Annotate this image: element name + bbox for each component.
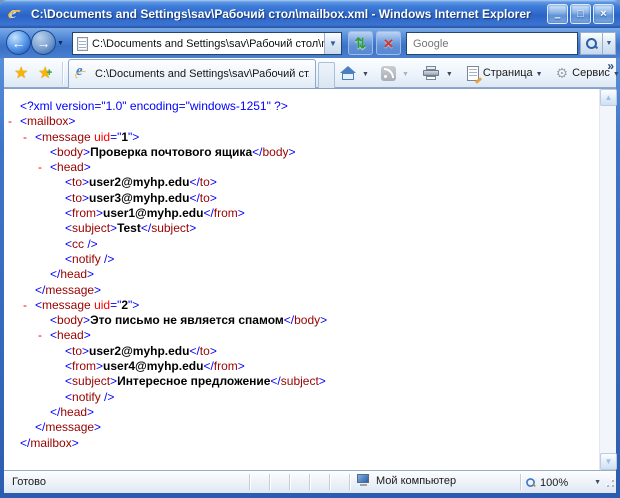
security-zone: Мой компьютер bbox=[356, 474, 456, 488]
search-input[interactable] bbox=[407, 37, 577, 50]
title-bar: e C:\Documents and Settings\sav\Рабочий … bbox=[0, 0, 620, 28]
toolbar-overflow-button[interactable]: » bbox=[607, 59, 614, 73]
xml-line: - <mailbox> bbox=[8, 114, 76, 129]
collapse-marker[interactable]: - bbox=[23, 130, 27, 145]
divider bbox=[62, 62, 63, 84]
ie-favicon: e bbox=[74, 63, 90, 82]
xml-line: <from>user1@myhp.edu</from> bbox=[65, 206, 245, 221]
xml-line: <notify /> bbox=[65, 389, 115, 404]
command-bar: ★ ★ + e C:\Documents and Settings\sav\Раб… bbox=[4, 58, 620, 88]
xml-line: - <message uid="1"> bbox=[23, 129, 140, 145]
home-dropdown[interactable]: ▼ bbox=[362, 71, 369, 78]
search-button[interactable] bbox=[580, 32, 603, 55]
page-content: <?xml version="1.0" encoding="windows-12… bbox=[4, 88, 617, 470]
browser-window: e C:\Documents and Settings\sav\Рабочий … bbox=[0, 0, 620, 498]
xml-line: <notify /> bbox=[65, 251, 115, 266]
home-button[interactable] bbox=[338, 64, 358, 83]
print-button[interactable] bbox=[421, 64, 442, 82]
stop-icon: × bbox=[383, 33, 394, 53]
favorites-button[interactable]: ★ bbox=[14, 63, 28, 83]
scroll-down-button[interactable]: ▼ bbox=[600, 453, 617, 470]
xml-line: <subject>Test</subject> bbox=[65, 221, 197, 236]
xml-line: </head> bbox=[50, 404, 95, 419]
xml-line: <to>user3@myhp.edu</to> bbox=[65, 190, 217, 205]
window-title: C:\Documents and Settings\sav\Рабочий ст… bbox=[31, 7, 531, 21]
collapse-marker[interactable]: - bbox=[38, 160, 42, 175]
feeds-dropdown: ▼ bbox=[401, 70, 409, 78]
feeds-button[interactable] bbox=[379, 64, 398, 83]
gear-icon: ⚙ bbox=[555, 65, 569, 81]
page-button[interactable]: Страница ▼ bbox=[465, 64, 547, 83]
navigation-bar: ← → ▼ C:\Documents and Settings\sav\Рабо… bbox=[0, 28, 620, 58]
toolbar: ▼ ▼ ▼ Страница ▼ ⚙ Сервис ▼ bbox=[338, 58, 620, 88]
zoom-dropdown[interactable]: ▼ bbox=[594, 479, 601, 486]
tab-title: C:\Documents and Settings\sav\Рабочий ст… bbox=[95, 68, 309, 80]
star-icon: ★ bbox=[14, 65, 29, 82]
zoom-control[interactable]: 100% ▼ bbox=[524, 471, 602, 494]
refresh-button[interactable]: ⇅ bbox=[348, 31, 373, 55]
print-dropdown[interactable]: ▼ bbox=[446, 71, 453, 78]
xml-line: <subject>Интересное предложение</subject… bbox=[65, 374, 326, 389]
search-dropdown-button[interactable]: ▼ bbox=[603, 32, 616, 55]
xml-line: </head> bbox=[50, 267, 95, 282]
collapse-marker[interactable]: - bbox=[23, 298, 27, 313]
search-icon bbox=[585, 37, 598, 50]
xml-tree: <?xml version="1.0" encoding="windows-12… bbox=[4, 89, 599, 470]
history-dropdown-button[interactable]: ▼ bbox=[57, 40, 64, 47]
zoom-icon bbox=[525, 477, 535, 487]
xml-line: - <head> bbox=[38, 328, 91, 343]
forward-arrow-icon: → bbox=[36, 34, 51, 51]
page-button-label: Страница bbox=[482, 67, 533, 79]
xml-line: <body>Проверка почтового ящика</body> bbox=[50, 144, 296, 159]
new-tab-stub[interactable] bbox=[318, 62, 335, 88]
collapse-marker[interactable]: - bbox=[8, 114, 12, 129]
close-button[interactable]: × bbox=[593, 4, 614, 24]
xml-line: <?xml version="1.0" encoding="windows-12… bbox=[20, 99, 288, 113]
back-button[interactable]: ← bbox=[6, 30, 31, 55]
search-box[interactable] bbox=[406, 32, 578, 55]
page-icon bbox=[77, 36, 88, 51]
zone-label: Мой компьютер bbox=[376, 475, 457, 487]
back-arrow-icon: ← bbox=[11, 34, 26, 51]
status-text: Готово bbox=[12, 476, 46, 488]
status-bar: Готово Мой компьютер 100% ▼ bbox=[4, 470, 616, 493]
xml-line: - <head> bbox=[38, 160, 91, 175]
minimize-button[interactable]: – bbox=[547, 4, 568, 24]
xml-line: </mailbox> bbox=[20, 435, 79, 450]
forward-button[interactable]: → bbox=[31, 30, 56, 55]
refresh-icon: ⇅ bbox=[354, 34, 367, 51]
rss-icon bbox=[380, 65, 396, 81]
maximize-button[interactable]: □ bbox=[570, 4, 591, 24]
tab-mailbox[interactable]: e C:\Documents and Settings\sav\Рабочий … bbox=[68, 59, 316, 88]
tools-button-label: Сервис bbox=[572, 67, 610, 79]
scroll-up-button[interactable]: ▲ bbox=[600, 89, 617, 106]
home-icon bbox=[340, 65, 356, 81]
xml-line: - <message uid="2"> bbox=[23, 297, 140, 313]
xml-line: <cc /> bbox=[65, 236, 98, 251]
address-text[interactable]: C:\Documents and Settings\sav\Рабочий ст… bbox=[92, 38, 324, 50]
vertical-scrollbar[interactable]: ▲ ▼ bbox=[599, 89, 617, 470]
ie-logo-icon: e bbox=[7, 3, 25, 23]
printer-icon bbox=[422, 66, 440, 80]
xml-line: <from>user4@myhp.edu</from> bbox=[65, 359, 245, 374]
page-edit-icon bbox=[466, 65, 479, 81]
xml-line: <to>user2@myhp.edu</to> bbox=[65, 175, 217, 190]
xml-line: <to>user2@myhp.edu</to> bbox=[65, 343, 217, 358]
zoom-level: 100% bbox=[540, 476, 569, 489]
address-dropdown-button[interactable]: ▼ bbox=[324, 33, 341, 54]
stop-button[interactable]: × bbox=[376, 31, 401, 55]
xml-line: </message> bbox=[35, 282, 102, 297]
xml-line: </message> bbox=[35, 420, 102, 435]
my-computer-icon bbox=[356, 474, 371, 488]
resize-grip[interactable] bbox=[603, 479, 615, 491]
collapse-marker[interactable]: - bbox=[38, 328, 42, 343]
add-favorite-button[interactable]: ★ + bbox=[38, 63, 52, 83]
xml-line: <body>Это письмо не является спамом</bod… bbox=[50, 313, 328, 328]
address-bar[interactable]: C:\Documents and Settings\sav\Рабочий ст… bbox=[72, 32, 342, 55]
